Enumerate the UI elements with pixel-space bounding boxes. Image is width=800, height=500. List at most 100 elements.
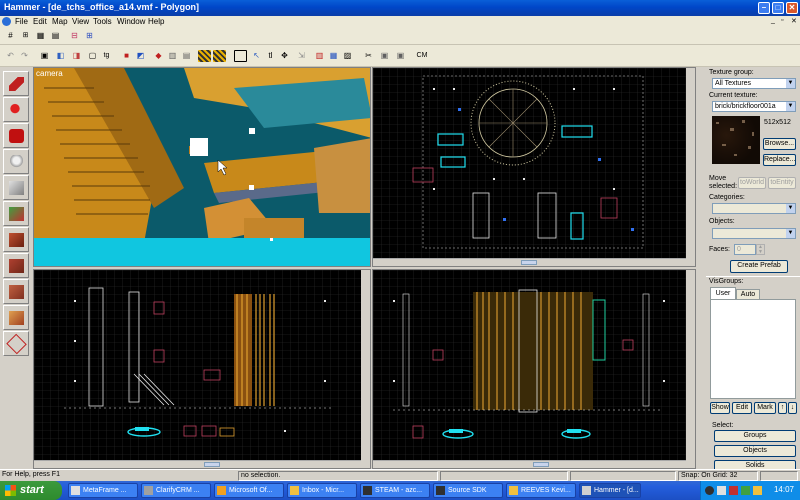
- grid-smaller-icon[interactable]: ▤: [49, 30, 62, 42]
- close-button[interactable]: ✕: [786, 2, 798, 14]
- to-entity-button[interactable]: toEntity: [768, 177, 796, 189]
- update-tray-icon[interactable]: [741, 486, 750, 495]
- overlay-tool-button[interactable]: [3, 279, 29, 304]
- move-up-icon[interactable]: ↑: [778, 402, 787, 414]
- show-helpers-icon[interactable]: [198, 50, 211, 62]
- top-view-hscroll[interactable]: [373, 258, 686, 266]
- select-by-handles-icon[interactable]: ↖: [250, 50, 263, 62]
- move-to-world-icon[interactable]: ◩: [134, 50, 147, 62]
- visgroups-list[interactable]: [710, 299, 796, 399]
- viewport-camera[interactable]: camera: [33, 67, 371, 267]
- radius-culling-icon[interactable]: ▨: [341, 50, 354, 62]
- security-tray-icon[interactable]: [729, 486, 738, 495]
- mark-button[interactable]: Mark: [754, 402, 776, 414]
- start-button[interactable]: start: [0, 481, 62, 500]
- show-button[interactable]: Show: [710, 402, 730, 414]
- vertex-tool-button[interactable]: [3, 331, 29, 356]
- viewport-front[interactable]: [33, 269, 371, 469]
- grid-toggle-icon[interactable]: #: [4, 30, 17, 42]
- texture-group-select[interactable]: All Textures ▼: [712, 78, 796, 89]
- menu-file[interactable]: File: [15, 17, 28, 26]
- entity-tool-button[interactable]: [3, 149, 29, 174]
- camera-tool-button[interactable]: [3, 123, 29, 148]
- chevron-down-icon[interactable]: ▼: [786, 79, 795, 88]
- viewport-top[interactable]: [372, 67, 696, 267]
- bounding-box-icon[interactable]: [234, 50, 247, 62]
- redo-icon[interactable]: ↷: [18, 50, 31, 62]
- grid-dots-icon[interactable]: ▦: [34, 30, 47, 42]
- magnify-tool-button[interactable]: [3, 97, 29, 122]
- edit-button[interactable]: Edit: [732, 402, 752, 414]
- taskbar-item-inbox[interactable]: Inbox - Micr...: [287, 483, 357, 498]
- taskbar-item-reeves[interactable]: REEVES Kevi...: [506, 483, 576, 498]
- browse-button[interactable]: Browse...: [763, 138, 796, 150]
- maximize-button[interactable]: □: [772, 2, 784, 14]
- grid-3d-icon[interactable]: ⊞: [19, 30, 32, 42]
- move-down-icon[interactable]: ↓: [788, 402, 797, 414]
- front-view-hscroll[interactable]: [34, 460, 361, 468]
- cordon-icon[interactable]: ▥: [313, 50, 326, 62]
- quick-hide-icon[interactable]: ▣: [378, 50, 391, 62]
- faces-spinner[interactable]: 0: [734, 244, 756, 255]
- menu-window[interactable]: Window: [117, 17, 145, 26]
- menu-help[interactable]: Help: [148, 17, 164, 26]
- side-view-hscroll[interactable]: [373, 460, 686, 468]
- mdi-restore-button[interactable]: ▫: [781, 17, 783, 24]
- texture-alignment-icon[interactable]: ✥: [278, 50, 291, 62]
- taskbar-item-steam[interactable]: STEAM - azc...: [360, 483, 430, 498]
- instance-icon[interactable]: ✂: [362, 50, 375, 62]
- grid-increase-icon[interactable]: ⊞: [83, 30, 96, 42]
- cm-button[interactable]: CM: [412, 50, 432, 62]
- tab-auto[interactable]: Auto: [736, 289, 760, 299]
- decal-tool-button[interactable]: [3, 253, 29, 278]
- ungroup-icon[interactable]: ◨: [70, 50, 83, 62]
- chevron-down-icon[interactable]: ▼: [786, 229, 795, 238]
- menu-edit[interactable]: Edit: [33, 17, 47, 26]
- selection-tool-button[interactable]: [3, 71, 29, 96]
- menu-map[interactable]: Map: [52, 17, 68, 26]
- carve-icon[interactable]: ▣: [38, 50, 51, 62]
- quick-show-icon[interactable]: ▣: [394, 50, 407, 62]
- scale-texture-lock-icon[interactable]: ▤: [180, 50, 193, 62]
- replace-button[interactable]: Replace...: [763, 154, 796, 166]
- group-icon[interactable]: ◧: [54, 50, 67, 62]
- run-map-icon[interactable]: ◆: [152, 50, 165, 62]
- top-view-vscroll[interactable]: [686, 68, 695, 266]
- app-icon[interactable]: [2, 17, 11, 26]
- chevron-down-icon[interactable]: ▼: [786, 102, 795, 111]
- viewport-side[interactable]: [372, 269, 696, 469]
- taskbar-item-microsoft-office[interactable]: Microsoft Of...: [214, 483, 284, 498]
- create-prefab-button[interactable]: Create Prefab: [730, 260, 788, 273]
- taskbar-item-hammer[interactable]: Hammer - [d...: [579, 483, 641, 498]
- texture-application-button[interactable]: [3, 201, 29, 226]
- taskbar-item-source-sdk[interactable]: Source SDK: [433, 483, 503, 498]
- minimize-button[interactable]: –: [758, 2, 770, 14]
- categories-select[interactable]: ▼: [712, 203, 796, 214]
- front-view-vscroll[interactable]: [361, 270, 370, 468]
- toggle-texlock-icon[interactable]: tg: [100, 50, 113, 62]
- taskbar-item-clarifycrm[interactable]: ClarifyCRM ...: [141, 483, 211, 498]
- menu-tools[interactable]: Tools: [93, 17, 112, 26]
- tie-to-entity-icon[interactable]: ■: [120, 50, 133, 62]
- current-texture-select[interactable]: brick/brickfloor001a ▼: [712, 101, 796, 112]
- toggle-models-icon[interactable]: ▦: [327, 50, 340, 62]
- tab-user[interactable]: User: [710, 287, 736, 299]
- objects-select[interactable]: ▼: [712, 228, 796, 239]
- taskbar-item-metaframe[interactable]: MetaFrame ...: [68, 483, 138, 498]
- clock[interactable]: 14:07: [774, 485, 794, 494]
- volume-tray-icon[interactable]: [753, 486, 762, 495]
- mdi-close-button[interactable]: ✕: [791, 17, 797, 25]
- flip-icon[interactable]: ⇲: [295, 50, 308, 62]
- select-groups-button[interactable]: Groups: [714, 430, 796, 442]
- mdi-minimize-button[interactable]: _: [771, 17, 775, 24]
- chevron-down-icon[interactable]: ▼: [786, 204, 795, 213]
- side-view-vscroll[interactable]: [686, 270, 695, 468]
- select-objects-button[interactable]: Objects: [714, 445, 796, 457]
- block-tool-button[interactable]: [3, 175, 29, 200]
- texture-tool-icon[interactable]: tl: [264, 50, 277, 62]
- faces-spin-arrows[interactable]: ▲ ▼: [756, 244, 765, 255]
- grid-decrease-icon[interactable]: ⊟: [68, 30, 81, 42]
- apply-texture-button[interactable]: [3, 227, 29, 252]
- hide-helpers-icon[interactable]: [213, 50, 226, 62]
- texture-lock-icon[interactable]: ▥: [166, 50, 179, 62]
